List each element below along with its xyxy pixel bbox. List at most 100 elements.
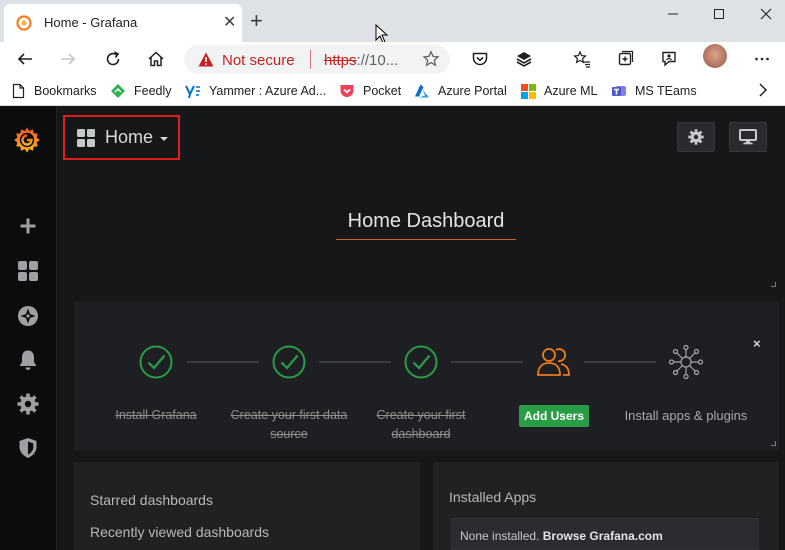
feedly-icon <box>110 83 126 99</box>
bookmark-label: Yammer : Azure Ad... <box>209 84 327 98</box>
url-rest: ://10... <box>356 52 399 69</box>
dashboards-grid-icon <box>77 129 95 147</box>
grafana-logo-icon[interactable] <box>11 124 43 156</box>
plus-icon[interactable] <box>16 214 40 238</box>
server-admin-shield-icon[interactable] <box>16 436 40 460</box>
address-bar[interactable]: Not secure https://10... <box>184 45 450 74</box>
title-underline <box>336 239 516 240</box>
close-panel-icon[interactable]: × <box>753 336 761 351</box>
tab-title: Home - Grafana <box>44 15 138 30</box>
explore-compass-icon[interactable] <box>16 304 40 328</box>
step-create-dashboard[interactable]: Create your first dashboard <box>356 406 486 444</box>
installed-apps-empty: None installed. Browse Grafana.com <box>451 518 759 550</box>
check-circle-icon <box>272 345 306 379</box>
yammer-icon <box>185 83 201 99</box>
users-icon <box>536 345 572 379</box>
bookmarks-bar: Bookmarks Feedly Yammer : Azure Ad... Po… <box>0 76 785 106</box>
alerting-bell-icon[interactable] <box>16 348 40 372</box>
step-install-plugins[interactable]: Install apps & plugins <box>611 406 761 425</box>
step-connector <box>187 361 259 363</box>
home-icon[interactable] <box>145 48 167 70</box>
add-users-button[interactable]: Add Users <box>519 405 589 427</box>
settings-gear-icon <box>688 129 704 145</box>
panel-resize-handle[interactable] <box>771 441 776 446</box>
collections-icon[interactable] <box>614 48 636 70</box>
microsoft-icon <box>520 83 536 99</box>
check-circle-icon <box>404 345 438 379</box>
home-dashboard-title: Home Dashboard <box>347 210 505 232</box>
favorite-star-icon[interactable] <box>422 50 440 68</box>
bookmark-azure-ml[interactable]: Azure ML <box>520 82 598 100</box>
page-icon <box>10 83 26 99</box>
bookmark-label: Pocket <box>363 84 402 98</box>
browser-toolbar: Not secure https://10... <box>0 42 785 76</box>
close-window-icon[interactable] <box>760 6 772 22</box>
step-create-data-source[interactable]: Create your first data source <box>219 406 359 444</box>
caret-down-icon <box>160 137 168 141</box>
dashboard-settings-button[interactable] <box>677 122 715 152</box>
bookmark-label: Azure Portal <box>438 84 507 98</box>
back-icon[interactable] <box>14 48 36 70</box>
recent-dashboards-heading: Recently viewed dashboards <box>90 524 269 540</box>
plugins-network-icon <box>668 344 704 380</box>
cycle-view-mode-button[interactable] <box>729 122 767 152</box>
pocket-icon <box>339 83 355 99</box>
bookmark-label: MS TEams <box>635 84 697 98</box>
address-divider <box>310 50 311 69</box>
browser-tab[interactable]: Home - Grafana ✕ <box>4 4 242 42</box>
new-tab-icon[interactable]: + <box>250 10 263 32</box>
step-install-grafana[interactable]: Install Grafana <box>96 406 216 425</box>
monitor-icon <box>739 129 757 145</box>
bookmark-label: Bookmarks <box>34 84 97 98</box>
dashboard-picker-label: Home <box>105 127 154 147</box>
step-connector <box>584 361 656 363</box>
minimize-icon[interactable] <box>667 6 679 22</box>
forward-icon[interactable] <box>57 48 79 70</box>
browser-tab-bar: Home - Grafana ✕ + <box>0 0 785 42</box>
grafana-favicon-icon <box>16 15 32 31</box>
layers-extension-icon[interactable] <box>513 48 535 70</box>
more-options-icon[interactable] <box>751 48 773 70</box>
step-connector <box>451 361 523 363</box>
bookmark-azure-portal[interactable]: Azure Portal <box>414 82 507 100</box>
url-text: https://10... <box>324 52 398 69</box>
refresh-icon[interactable] <box>102 48 124 70</box>
dashboards-grid-icon[interactable] <box>16 259 40 283</box>
bookmark-pocket[interactable]: Pocket <box>339 82 401 100</box>
step-label-line1: Install Grafana <box>115 408 197 422</box>
step-label-line1: Create your first data <box>230 408 348 422</box>
pocket-extension-icon[interactable] <box>469 48 491 70</box>
grafana-sidebar <box>0 107 57 550</box>
step-label-line1: Create your first <box>376 408 466 422</box>
profile-avatar[interactable] <box>703 44 727 68</box>
warning-icon <box>198 52 214 67</box>
step-label-line2: source <box>270 427 308 441</box>
browse-grafana-link[interactable]: Browse Grafana.com <box>543 529 663 543</box>
feedback-icon[interactable] <box>658 48 680 70</box>
azure-icon <box>414 83 430 99</box>
installed-apps-title: Installed Apps <box>449 489 537 505</box>
close-tab-icon[interactable]: ✕ <box>223 15 236 31</box>
bookmark-yammer[interactable]: Yammer : Azure Ad... <box>185 82 326 100</box>
step-label-line1: Install apps & plugins <box>624 408 748 423</box>
teams-icon <box>611 83 627 99</box>
bookmark-ms-teams[interactable]: MS TEams <box>611 82 697 100</box>
not-secure-label: Not secure <box>222 52 295 69</box>
none-installed-text: None installed. <box>460 529 540 543</box>
bookmark-label: Azure ML <box>544 84 598 98</box>
bookmark-bookmarks[interactable]: Bookmarks <box>10 82 97 100</box>
step-label-line2: dashboard <box>391 427 451 441</box>
check-circle-icon <box>139 345 173 379</box>
starred-dashboards-heading: Starred dashboards <box>90 492 213 508</box>
panel-resize-handle[interactable] <box>771 282 776 287</box>
step-connector <box>319 361 391 363</box>
bookmark-label: Feedly <box>134 84 172 98</box>
configuration-gear-icon[interactable] <box>16 392 40 416</box>
favorites-icon[interactable] <box>571 48 593 70</box>
mouse-cursor-icon <box>375 24 389 44</box>
maximize-icon[interactable] <box>713 6 725 22</box>
chevron-right-icon[interactable] <box>757 82 769 98</box>
url-scheme: https <box>324 52 357 69</box>
bookmark-feedly[interactable]: Feedly <box>110 82 172 100</box>
dashboard-picker-button[interactable]: Home <box>63 115 180 160</box>
